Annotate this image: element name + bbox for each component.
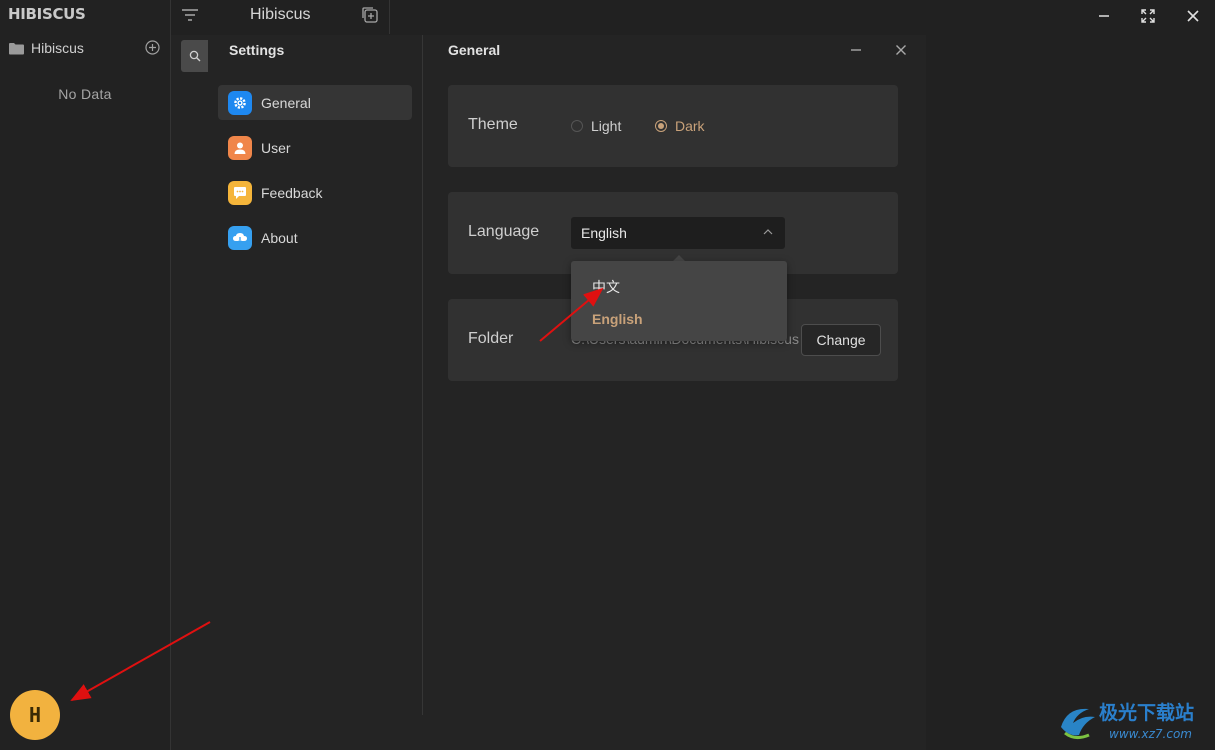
annotation-arrow-language [539, 287, 604, 342]
watermark-brand: 极光下载站 [1099, 701, 1194, 724]
watermark-url: www.xz7.com [1109, 727, 1192, 741]
watermark-logo-icon [1061, 708, 1095, 736]
annotation-arrows [70, 287, 604, 701]
watermark: 极光下载站 www.xz7.com [1055, 697, 1205, 743]
annotation-arrow-avatar [70, 621, 211, 701]
